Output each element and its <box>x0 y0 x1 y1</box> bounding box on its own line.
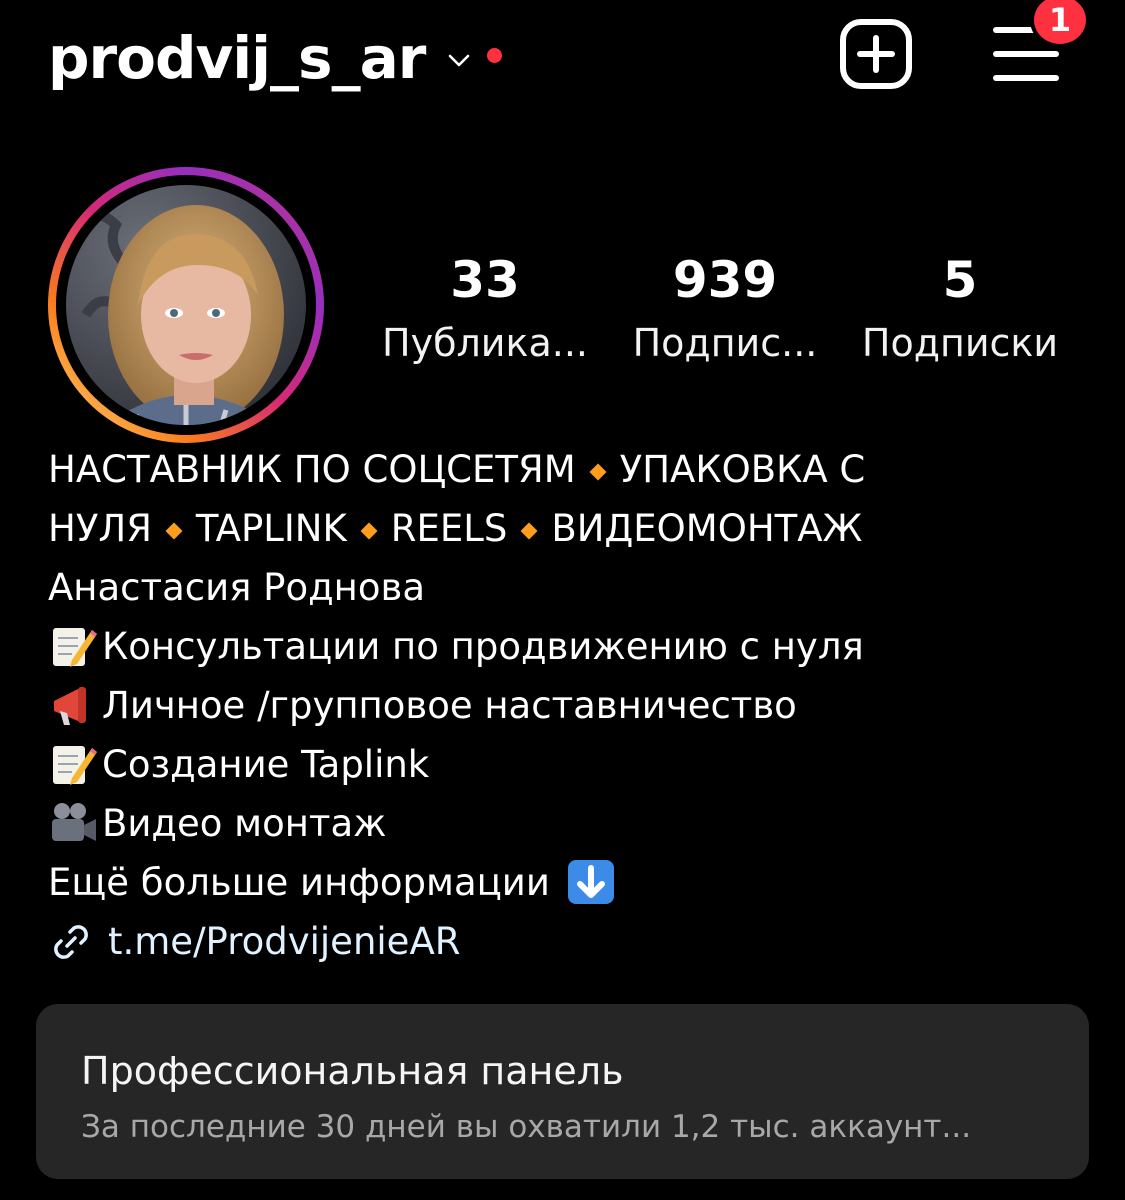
bio-headline-part: ВИДЕОМОНТАЖ <box>551 507 863 550</box>
following-count: 5 <box>942 251 978 309</box>
bio-headline-part: НАСТАВНИК ПО СОЦСЕТЯМ <box>48 448 576 491</box>
dashboard-subtitle: За последние 30 дней вы охватили 1,2 тыс… <box>81 1109 972 1145</box>
bio-more-info: Ещё больше информации <box>48 853 1088 912</box>
more-info-text: Ещё больше информации <box>48 861 550 904</box>
bio-item: Создание Taplink <box>48 735 1088 794</box>
bio-item-text: Видео монтаж <box>102 802 387 845</box>
orange-diamond-icon <box>165 522 183 539</box>
notification-badge[interactable]: 1 <box>1030 0 1090 48</box>
followers-label: Подпис... <box>632 321 818 365</box>
following-label: Подписки <box>861 321 1059 365</box>
profile-avatar[interactable] <box>46 165 326 445</box>
followers-stat[interactable]: 939 Подпис... <box>605 245 845 371</box>
bio-item: Консультации по продвижению с нуля <box>48 617 1088 676</box>
followers-count: 939 <box>672 251 778 309</box>
orange-diamond-icon <box>589 463 607 480</box>
notification-count: 1 <box>1048 1 1072 39</box>
bio-headline-part: НУЛЯ <box>48 507 152 550</box>
down-arrow-emoji-icon <box>567 859 614 904</box>
bio-item-text: Консультации по продвижению с нуля <box>102 625 864 668</box>
video-camera-emoji-icon <box>52 802 96 841</box>
unread-dot <box>487 47 503 63</box>
bio-item: Личное /групповое наставничество <box>48 676 1088 735</box>
link-icon <box>54 924 88 959</box>
bio-link[interactable]: t.me/ProdvijenieAR <box>48 912 1088 971</box>
memo-pencil-emoji-icon <box>53 745 97 785</box>
top-bar: prodvij_s_ar 1 <box>0 0 1125 120</box>
posts-count: 33 <box>450 251 520 309</box>
bio-headline-part: REELS <box>390 507 508 550</box>
chevron-down-icon[interactable] <box>447 51 471 71</box>
profile-bio: НАСТАВНИК ПО СОЦСЕТЯМ УПАКОВКА С НУЛЯ TAPL… <box>48 440 1088 971</box>
dashboard-title: Профессиональная панель <box>81 1049 624 1093</box>
megaphone-emoji-icon <box>54 686 86 725</box>
orange-diamond-icon <box>520 522 538 539</box>
account-switcher[interactable]: prodvij_s_ar <box>48 18 503 98</box>
bio-headline-part: УПАКОВКА С <box>619 448 866 491</box>
posts-stat[interactable]: 33 Публика... <box>365 245 605 371</box>
profile-stats: 33 Публика... 939 Подпис... 5 Подписки <box>365 245 1085 371</box>
bio-headline-line-1: НАСТАВНИК ПО СОЦСЕТЯМ УПАКОВКА С <box>48 440 1088 499</box>
memo-pencil-emoji-icon <box>53 627 97 667</box>
bio-headline-part: TAPLINK <box>195 507 347 550</box>
bio-item-text: Личное /групповое наставничество <box>102 684 797 727</box>
following-stat[interactable]: 5 Подписки <box>845 245 1075 371</box>
posts-label: Публика... <box>382 321 588 365</box>
bio-item-text: Создание Taplink <box>102 743 430 786</box>
bio-name: Анастасия Роднова <box>48 566 425 609</box>
username[interactable]: prodvij_s_ar <box>48 18 426 98</box>
bio-headline-line-2: НУЛЯ TAPLINK REELS ВИДЕОМОНТАЖ <box>48 499 1088 558</box>
orange-diamond-icon <box>360 522 378 539</box>
link-text[interactable]: t.me/ProdvijenieAR <box>108 912 460 971</box>
bio-item: Видео монтаж <box>48 794 1088 853</box>
plus-square-icon[interactable] <box>838 18 914 90</box>
professional-dashboard[interactable]: Профессиональная панель За последние 30 … <box>36 1004 1089 1179</box>
